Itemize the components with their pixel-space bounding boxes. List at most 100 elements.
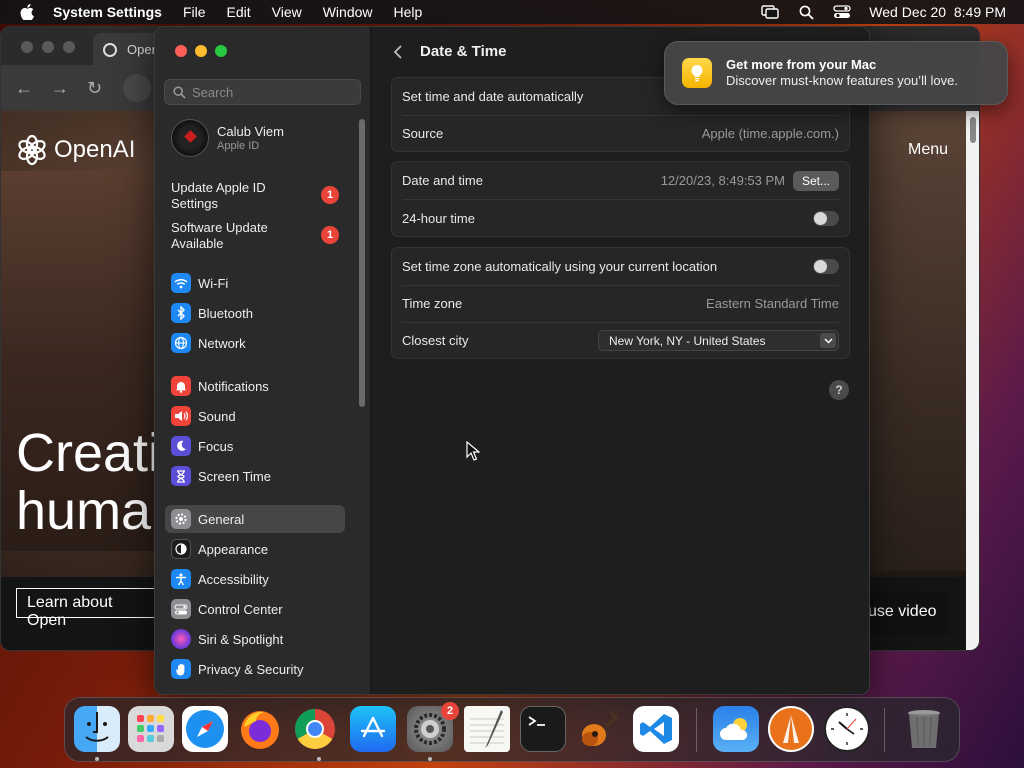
update-apple-id-settings-item[interactable]: Update Apple ID Settings <box>171 180 301 212</box>
sidebar-item-control-center[interactable]: Control Center <box>165 595 345 623</box>
back-chevron-icon[interactable] <box>391 43 405 61</box>
control-center-icon <box>171 599 191 619</box>
dock-launchpad[interactable] <box>128 706 174 752</box>
finder-running-indicator <box>95 757 99 761</box>
browser-zoom-button[interactable] <box>63 41 75 53</box>
sidebar-item-label: Accessibility <box>198 571 269 587</box>
window-zoom-button[interactable] <box>215 45 227 57</box>
sidebar-item-privacy-security[interactable]: Privacy & Security <box>165 655 345 683</box>
accessibility-icon <box>171 569 191 589</box>
menu-bar-clock[interactable]: Wed Dec 20 8:49 PM <box>869 4 1006 20</box>
screen-mirroring-icon[interactable] <box>761 3 779 21</box>
date-and-time-label: Date and time <box>402 173 483 188</box>
sidebar-item-network[interactable]: Network <box>165 329 345 357</box>
website-menu-link[interactable]: Menu <box>908 141 948 159</box>
alfred-hat-icon <box>783 715 799 743</box>
dock-chrome[interactable] <box>292 706 338 752</box>
menu-view[interactable]: View <box>272 4 302 20</box>
system-settings-dock-badge: 2 <box>441 702 459 720</box>
dock-terminal[interactable] <box>520 706 566 752</box>
set-time-automatically-label: Set time and date automatically <box>402 89 584 104</box>
software-update-item[interactable]: Software Update Available <box>171 220 301 252</box>
time-zone-value: Eastern Standard Time <box>706 296 839 311</box>
sidebar-item-accessibility[interactable]: Accessibility <box>165 565 345 593</box>
app-store-icon <box>360 716 386 738</box>
browser-scroll-thumb[interactable] <box>970 117 976 143</box>
sidebar-item-label: Control Center <box>198 601 283 617</box>
safari-compass-icon <box>186 710 224 748</box>
apple-menu-icon[interactable] <box>16 1 38 23</box>
chevron-down-icon <box>820 333 836 348</box>
system-settings-window: Calub Viem Apple ID Update Apple ID Sett… <box>154 26 870 695</box>
back-arrow-icon[interactable]: ← <box>15 79 33 97</box>
spotlight-search-icon[interactable] <box>797 3 815 21</box>
browser-scrollbar[interactable] <box>966 111 979 650</box>
dock-safari[interactable] <box>182 706 228 752</box>
24-hour-time-row: 24-hour time <box>392 200 849 237</box>
menu-file[interactable]: File <box>183 4 206 20</box>
auto-time-zone-row: Set time zone automatically using your c… <box>392 248 849 285</box>
closest-city-select[interactable]: New York, NY - United States <box>598 330 839 351</box>
source-value[interactable]: Apple (time.apple.com.) <box>702 126 839 141</box>
menu-window[interactable]: Window <box>323 4 373 20</box>
chrome-running-indicator <box>317 757 321 761</box>
control-center-icon[interactable] <box>833 3 851 21</box>
menu-edit[interactable]: Edit <box>227 4 251 20</box>
page-title: Date & Time <box>420 43 507 60</box>
date-time-group: Date and time 12/20/23, 8:49:53 PM Set..… <box>391 161 850 237</box>
auto-time-zone-toggle[interactable] <box>813 259 839 274</box>
window-close-button[interactable] <box>175 45 187 57</box>
learn-about-button[interactable]: Learn about Open <box>16 588 161 629</box>
hero-heading-line-1: Creati <box>16 423 161 483</box>
search-input[interactable] <box>192 84 352 100</box>
sidebar-item-siri-spotlight[interactable]: Siri & Spotlight <box>165 625 345 653</box>
source-label: Source <box>402 126 444 141</box>
openai-logo[interactable]: OpenAI <box>16 134 135 166</box>
sidebar-item-screen-time[interactable]: Screen Time <box>165 462 345 490</box>
dock-finder[interactable] <box>74 706 120 752</box>
avatar <box>171 119 209 157</box>
24-hour-time-toggle[interactable] <box>813 211 839 226</box>
apple-id-profile[interactable]: Calub Viem Apple ID <box>171 119 284 157</box>
sidebar-item-sound[interactable]: Sound <box>165 402 345 430</box>
window-minimize-button[interactable] <box>195 45 207 57</box>
forward-arrow-icon[interactable]: → <box>51 79 69 97</box>
sidebar-item-notifications[interactable]: Notifications <box>165 372 345 400</box>
reload-icon[interactable]: ↻ <box>87 79 105 97</box>
sidebar-item-appearance[interactable]: Appearance <box>165 535 345 563</box>
dock-firefox[interactable] <box>237 706 283 752</box>
sidebar-item-label: Wi-Fi <box>198 275 229 291</box>
site-settings-icon[interactable] <box>123 74 151 102</box>
sidebar-search[interactable] <box>164 79 361 105</box>
time-zone-group: Set time zone automatically using your c… <box>391 247 850 359</box>
dock-weather[interactable] <box>713 706 759 752</box>
dock-clock[interactable] <box>824 706 870 752</box>
sidebar-item-bluetooth[interactable]: Bluetooth <box>165 299 345 327</box>
sidebar-scrollbar[interactable] <box>359 119 365 407</box>
dock-alfred[interactable] <box>768 706 814 752</box>
date-and-time-row: Date and time 12/20/23, 8:49:53 PM Set..… <box>392 162 849 199</box>
notepad-pen-icon <box>470 710 504 748</box>
firefox-icon <box>241 711 279 749</box>
update-apple-id-badge: 1 <box>321 186 339 204</box>
browser-minimize-button[interactable] <box>42 41 54 53</box>
app-name-menu[interactable]: System Settings <box>53 4 162 20</box>
gear-icon <box>171 509 191 529</box>
hero-heading: Creati huma <box>16 424 160 540</box>
sidebar-item-focus[interactable]: Focus <box>165 432 345 460</box>
dock-trash[interactable] <box>901 706 947 752</box>
dock-vscode[interactable] <box>633 706 679 752</box>
bluetooth-icon <box>171 303 191 323</box>
24-hour-time-label: 24-hour time <box>402 211 475 226</box>
menu-help[interactable]: Help <box>394 4 423 20</box>
dock-garageband[interactable] <box>575 706 621 752</box>
set-date-time-button[interactable]: Set... <box>793 170 839 191</box>
help-button[interactable]: ? <box>829 380 849 400</box>
browser-close-button[interactable] <box>21 41 33 53</box>
dock-app-store[interactable] <box>350 706 396 752</box>
sidebar-item-wifi[interactable]: Wi-Fi <box>165 269 345 297</box>
date-and-time-value: 12/20/23, 8:49:53 PM <box>660 173 785 188</box>
tips-notification[interactable]: Get more from your Mac Discover must-kno… <box>664 41 1008 105</box>
dock-textedit[interactable] <box>464 706 510 752</box>
sidebar-item-general[interactable]: General <box>165 505 345 533</box>
